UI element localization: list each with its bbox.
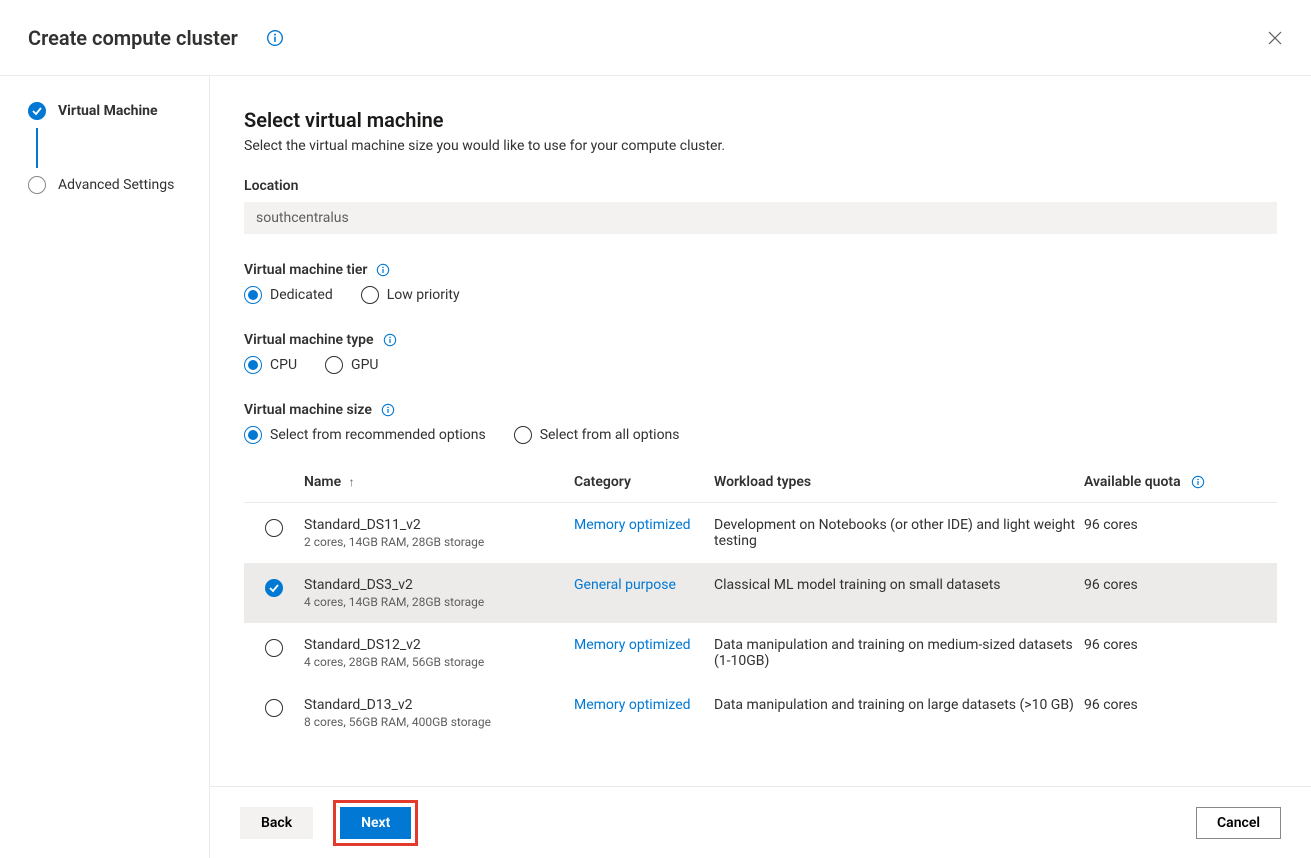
type-radio-group: CPU GPU	[244, 356, 1277, 374]
table-row[interactable]: Standard_D13_v2 8 cores, 56GB RAM, 400GB …	[244, 683, 1277, 743]
steps-sidebar: Virtual Machine Advanced Settings	[0, 76, 210, 858]
workload-text: Data manipulation and training on large …	[714, 697, 1084, 713]
quota-text: 96 cores	[1084, 697, 1284, 713]
table-header-row: Name ↑ Category Workload types Available…	[244, 462, 1277, 503]
next-button[interactable]: Next	[340, 807, 411, 839]
location-field: southcentralus	[244, 202, 1277, 234]
info-icon	[383, 333, 397, 347]
vm-spec: 4 cores, 28GB RAM, 56GB storage	[304, 655, 574, 669]
size-all-radio[interactable]: Select from all options	[514, 426, 680, 444]
step-connector	[36, 128, 38, 168]
vm-name: Standard_DS11_v2	[304, 517, 574, 533]
close-button[interactable]	[1265, 28, 1285, 48]
step-label: Advanced Settings	[58, 177, 174, 193]
info-icon	[376, 263, 390, 277]
tier-label: Virtual machine tier	[244, 262, 1277, 278]
info-icon	[1191, 475, 1205, 489]
quota-text: 96 cores	[1084, 637, 1284, 653]
tier-dedicated-radio[interactable]: Dedicated	[244, 286, 333, 304]
col-category-header[interactable]: Category	[574, 474, 714, 490]
col-quota-header[interactable]: Available quota	[1084, 474, 1284, 490]
vm-name: Standard_D13_v2	[304, 697, 574, 713]
tier-radio-group: Dedicated Low priority	[244, 286, 1277, 304]
info-icon	[266, 29, 284, 47]
page-title: Create compute cluster	[28, 26, 238, 50]
vm-size-table: Name ↑ Category Workload types Available…	[244, 462, 1277, 743]
close-icon	[1268, 31, 1282, 45]
row-selected-icon[interactable]	[265, 579, 283, 597]
quota-text: 96 cores	[1084, 517, 1284, 533]
next-button-highlight: Next	[333, 800, 418, 846]
circle-icon	[28, 176, 46, 194]
col-workload-header[interactable]: Workload types	[714, 474, 1084, 490]
sort-asc-icon: ↑	[349, 475, 355, 489]
section-subheading: Select the virtual machine size you woul…	[244, 138, 1277, 154]
size-recommended-radio[interactable]: Select from recommended options	[244, 426, 486, 444]
category-link[interactable]: Memory optimized	[574, 637, 691, 653]
radio-icon	[361, 286, 379, 304]
title-info-icon[interactable]	[266, 29, 284, 47]
category-link[interactable]: Memory optimized	[574, 697, 691, 713]
workload-text: Classical ML model training on small dat…	[714, 577, 1084, 593]
workload-text: Development on Notebooks (or other IDE) …	[714, 517, 1084, 549]
type-info-icon[interactable]	[382, 332, 398, 348]
tier-info-icon[interactable]	[375, 262, 391, 278]
size-radio-group: Select from recommended options Select f…	[244, 426, 1277, 444]
step-label: Virtual Machine	[58, 103, 158, 119]
radio-label: Dedicated	[270, 287, 333, 303]
location-value: southcentralus	[256, 210, 349, 226]
vm-spec: 4 cores, 14GB RAM, 28GB storage	[304, 595, 574, 609]
dialog-header: Create compute cluster	[0, 0, 1311, 76]
radio-icon	[514, 426, 532, 444]
table-row[interactable]: Standard_DS11_v2 2 cores, 14GB RAM, 28GB …	[244, 503, 1277, 563]
cancel-button[interactable]: Cancel	[1196, 807, 1281, 839]
col-name-header[interactable]: Name ↑	[304, 474, 574, 490]
quota-info-icon[interactable]	[1190, 474, 1206, 490]
radio-icon	[325, 356, 343, 374]
radio-icon	[244, 356, 262, 374]
type-label: Virtual machine type	[244, 332, 1277, 348]
category-link[interactable]: General purpose	[574, 577, 676, 593]
radio-label: Select from all options	[540, 427, 680, 443]
vm-spec: 2 cores, 14GB RAM, 28GB storage	[304, 535, 574, 549]
row-radio[interactable]	[265, 519, 283, 537]
vm-spec: 8 cores, 56GB RAM, 400GB storage	[304, 715, 574, 729]
vm-name: Standard_DS12_v2	[304, 637, 574, 653]
location-label: Location	[244, 178, 1277, 194]
vm-name: Standard_DS3_v2	[304, 577, 574, 593]
radio-label: GPU	[351, 357, 378, 373]
tier-lowpriority-radio[interactable]: Low priority	[361, 286, 460, 304]
type-gpu-radio[interactable]: GPU	[325, 356, 378, 374]
row-radio[interactable]	[265, 699, 283, 717]
category-link[interactable]: Memory optimized	[574, 517, 691, 533]
step-virtual-machine[interactable]: Virtual Machine	[28, 98, 195, 124]
info-icon	[381, 403, 395, 417]
step-advanced-settings[interactable]: Advanced Settings	[28, 172, 195, 198]
workload-text: Data manipulation and training on medium…	[714, 637, 1084, 669]
quota-text: 96 cores	[1084, 577, 1284, 593]
table-row[interactable]: Standard_DS3_v2 4 cores, 14GB RAM, 28GB s…	[244, 563, 1277, 623]
check-circle-icon	[28, 102, 46, 120]
back-button[interactable]: Back	[240, 807, 313, 839]
row-radio[interactable]	[265, 639, 283, 657]
radio-icon	[244, 286, 262, 304]
size-info-icon[interactable]	[380, 402, 396, 418]
dialog-footer: Back Next Cancel	[210, 786, 1311, 858]
content-pane: Select virtual machine Select the virtua…	[210, 76, 1311, 858]
radio-icon	[244, 426, 262, 444]
type-cpu-radio[interactable]: CPU	[244, 356, 297, 374]
radio-label: Low priority	[387, 287, 460, 303]
radio-label: Select from recommended options	[270, 427, 486, 443]
table-row[interactable]: Standard_DS12_v2 4 cores, 28GB RAM, 56GB …	[244, 623, 1277, 683]
radio-label: CPU	[270, 357, 297, 373]
section-heading: Select virtual machine	[244, 108, 1277, 132]
size-label: Virtual machine size	[244, 402, 1277, 418]
